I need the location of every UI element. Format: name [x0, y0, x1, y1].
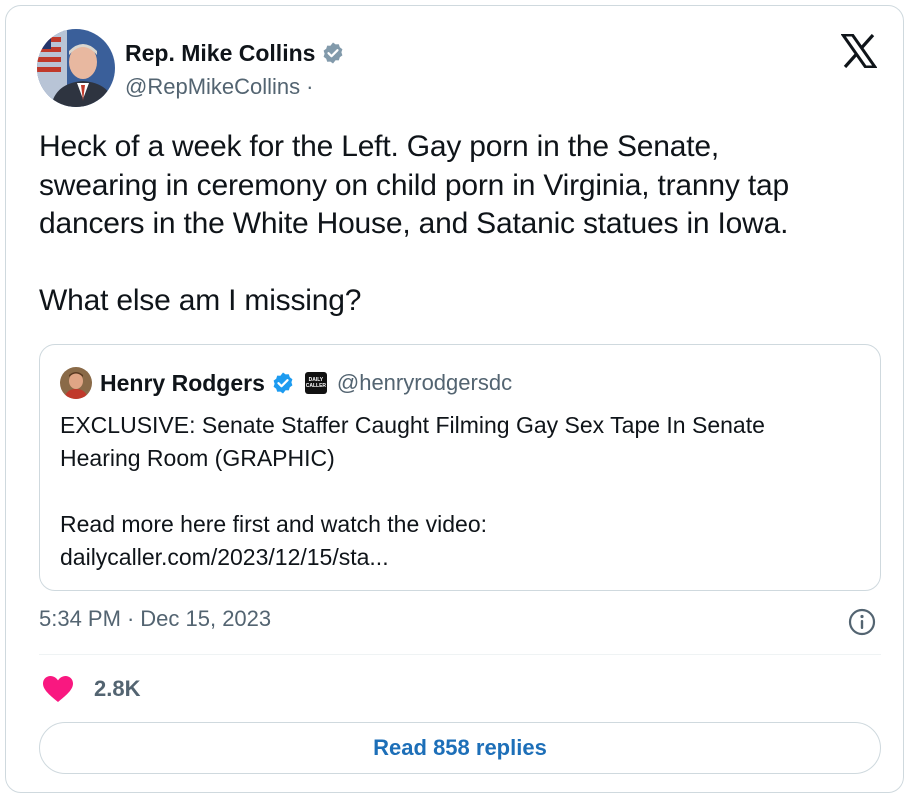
author-name[interactable]: Rep. Mike Collins [125, 40, 315, 67]
quoted-tweet-header: Henry Rodgers DAILY CALLER @henryrodgers… [60, 367, 512, 399]
heart-icon[interactable] [42, 675, 74, 703]
author-avatar-image [37, 29, 115, 107]
tweet-text: Heck of a week for the Left. Gay porn in… [39, 128, 879, 321]
quoted-author-avatar [60, 367, 92, 399]
quoted-link[interactable]: dailycaller.com/2023/12/15/sta... [60, 541, 860, 574]
quoted-tweet[interactable]: Henry Rodgers DAILY CALLER @henryrodgers… [39, 344, 881, 591]
affiliate-badge-logo[interactable]: DAILY CALLER [304, 372, 327, 394]
quoted-read-more: Read more here first and watch the video… [60, 511, 488, 537]
author-avatar[interactable] [37, 29, 115, 107]
tweet-text-line: dancers in the White House, and Satanic … [39, 207, 789, 240]
verified-badge-gray-icon[interactable] [321, 41, 345, 65]
quoted-author-avatar-image [60, 367, 92, 399]
quoted-headline-line: EXCLUSIVE: Senate Staffer Caught Filming… [60, 412, 765, 438]
quoted-author-handle[interactable]: @henryrodgersdc [337, 370, 512, 396]
divider [39, 654, 881, 655]
quoted-tweet-text: EXCLUSIVE: Senate Staffer Caught Filming… [60, 409, 860, 574]
tweet-text-line: swearing in ceremony on child porn in Vi… [39, 168, 789, 202]
tweet-timestamp[interactable]: 5:34 PM · Dec 15, 2023 [39, 606, 271, 632]
tweet-text-line: Heck of a week for the Left. Gay porn in… [39, 130, 719, 163]
like-action[interactable]: 2.8K [42, 674, 140, 704]
handle-separator: · [306, 74, 314, 99]
author-handle-row: @RepMikeCollins · [125, 74, 314, 100]
author-name-row: Rep. Mike Collins [125, 37, 345, 69]
like-count: 2.8K [94, 676, 141, 701]
tweet-date: Dec 15, 2023 [140, 606, 272, 631]
info-icon[interactable] [847, 607, 877, 637]
tweet-time: 5:34 PM [39, 606, 121, 631]
x-logo-icon[interactable] [841, 34, 877, 68]
quoted-headline-line: Hearing Room (GRAPHIC) [60, 445, 335, 471]
tweet-question: What else am I missing? [39, 284, 362, 317]
verified-badge-blue-icon[interactable] [271, 371, 295, 395]
tweet-card: Rep. Mike Collins @RepMikeCollins · Heck… [5, 5, 904, 793]
quoted-author-name[interactable]: Henry Rodgers [100, 370, 265, 397]
timestamp-separator: · [126, 606, 135, 631]
read-replies-button[interactable]: Read 858 replies [39, 722, 881, 774]
author-handle[interactable]: @RepMikeCollins [125, 74, 300, 100]
